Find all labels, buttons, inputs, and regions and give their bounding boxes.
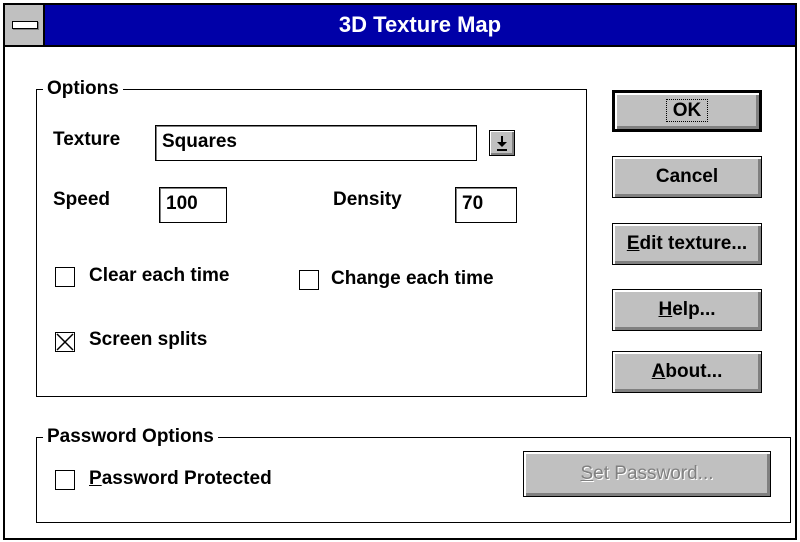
cancel-button[interactable]: Cancel [612,156,762,198]
about-label: bout... [665,361,723,382]
x-mark-icon [56,333,74,351]
edit-texture-label: dit texture... [639,233,748,254]
set-password-button[interactable]: Set Password... [523,451,771,497]
change-each-time-label[interactable]: Change each time [331,268,494,290]
speed-label: Speed [53,189,111,210]
set-password-mnemonic: S [580,463,594,484]
ok-button[interactable]: OK [612,90,762,132]
password-protected-checkbox[interactable] [55,470,75,490]
dialog-window: 3D Texture Map Options Texture Squares S… [3,3,797,540]
edit-texture-mnemonic: E [626,233,640,254]
help-label: elp... [672,299,716,320]
screen-splits-label[interactable]: Screen splits [89,329,207,351]
clear-each-time-label[interactable]: Clear each time [89,265,229,287]
texture-label: Texture [53,129,121,150]
title-bar[interactable]: 3D Texture Map [5,5,795,47]
texture-combobox[interactable]: Squares [155,125,477,161]
window-title: 3D Texture Map [338,12,502,37]
help-mnemonic: H [658,299,673,320]
set-password-label: et Password... [593,463,714,484]
screen-splits-checkbox[interactable] [55,332,75,352]
password-protected-label[interactable]: Password Protected [89,468,272,490]
ok-button-label: OK [665,99,709,122]
density-label: Density [333,189,402,210]
options-group-label: Options [43,77,123,101]
password-protected-mnemonic: P [89,468,102,489]
density-field[interactable]: 70 [455,187,517,223]
edit-texture-button[interactable]: Edit texture... [612,223,762,265]
change-each-time-checkbox[interactable] [299,270,319,290]
about-mnemonic: A [651,361,666,382]
dropdown-arrow-icon[interactable] [489,130,515,156]
speed-field[interactable]: 100 [159,187,227,223]
help-button[interactable]: Help... [612,289,762,331]
system-menu-icon[interactable] [5,5,45,45]
clear-each-time-checkbox[interactable] [55,267,75,287]
about-button[interactable]: About... [612,351,762,393]
password-options-label: Password Options [43,425,218,449]
password-protected-text: assword Protected [101,468,272,489]
